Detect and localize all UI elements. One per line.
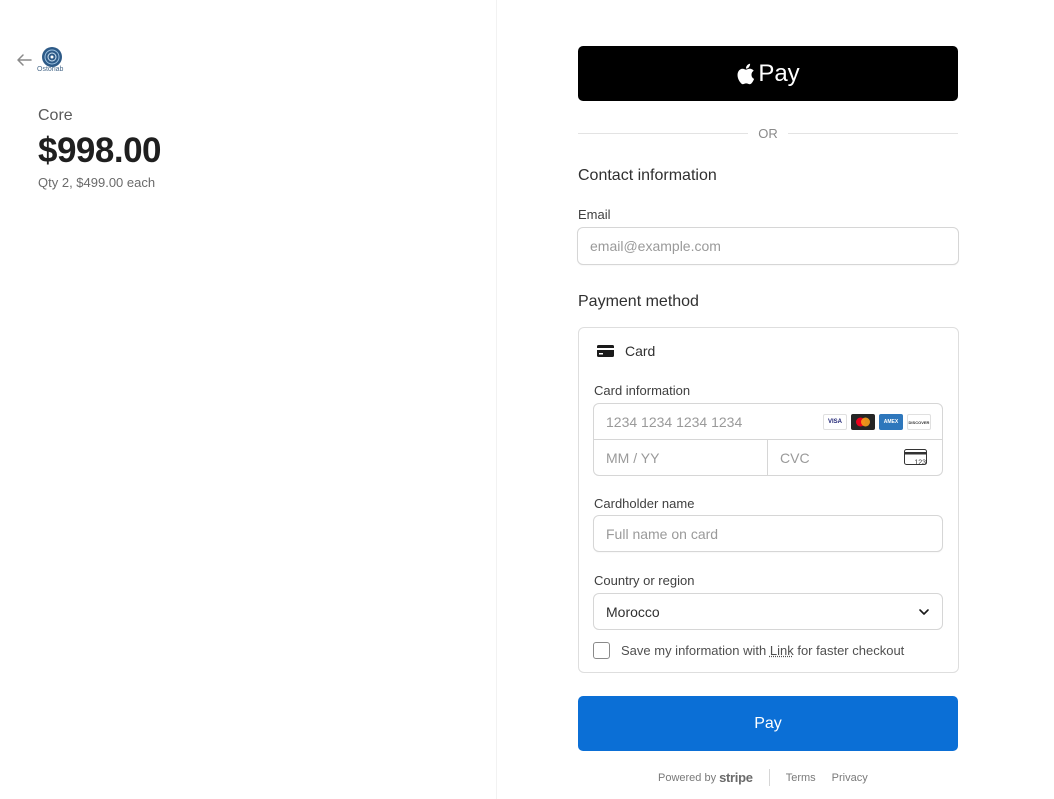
amex-icon: AMEX: [879, 414, 903, 430]
card-tab-label: Card: [625, 343, 656, 359]
link-service-link[interactable]: Link: [770, 643, 794, 658]
visa-icon: VISA: [823, 414, 847, 430]
email-label: Email: [578, 207, 611, 222]
save-info-prefix: Save my information with: [621, 643, 767, 658]
powered-by-text: Powered by: [658, 771, 717, 784]
card-information-label: Card information: [594, 383, 691, 398]
discover-icon: DISCOVER: [907, 414, 931, 430]
email-placeholder: email@example.com: [590, 238, 721, 254]
card-number-placeholder: 1234 1234 1234 1234: [606, 413, 743, 430]
cvc-placeholder: CVC: [780, 449, 810, 466]
save-info-text: Save my information with Link for faster…: [621, 643, 904, 658]
save-info-row: Save my information with Link for faster…: [593, 642, 904, 659]
credit-card-icon: [597, 345, 614, 357]
mastercard-icon: [851, 414, 875, 430]
expiry-placeholder: MM / YY: [606, 449, 660, 466]
stripe-logo[interactable]: stripe: [719, 770, 753, 785]
privacy-link[interactable]: Privacy: [832, 772, 868, 784]
cardholder-name-field[interactable]: Full name on card: [593, 515, 943, 552]
apple-pay-button[interactable]: Pay: [578, 46, 958, 101]
save-info-checkbox[interactable]: [593, 642, 610, 659]
quantity-text: Qty 2, $499.00 each: [38, 175, 156, 190]
email-field[interactable]: email@example.com: [577, 227, 959, 265]
separator-line-left: [578, 132, 749, 134]
contact-information-title: Contact information: [578, 167, 717, 184]
checkout-form-panel: Pay OR Contact information Email email@e…: [497, 0, 1054, 799]
country-select[interactable]: Morocco: [593, 593, 943, 630]
country-value: Morocco: [606, 603, 660, 620]
cvc-card-icon: 123: [904, 449, 927, 467]
card-information-group: 1234 1234 1234 1234 VISA AMEX DISCOVER M…: [593, 403, 943, 476]
or-separator: OR: [578, 124, 958, 142]
apple-logo-icon: [737, 63, 755, 84]
order-summary-panel: Ostorlab Core $998.00 Qty 2, $499.00 eac…: [0, 0, 497, 799]
card-payment-tab[interactable]: Card: [597, 343, 655, 359]
cvc-input[interactable]: CVC 123: [768, 440, 942, 475]
cardholder-placeholder: Full name on card: [606, 525, 719, 542]
apple-pay-label: Pay: [758, 59, 800, 87]
payment-method-title: Payment method: [578, 293, 699, 310]
cvc-icon-text: 123: [914, 460, 926, 467]
expiry-input[interactable]: MM / YY: [594, 440, 768, 475]
country-region-label: Country or region: [594, 573, 695, 588]
card-brands: VISA AMEX DISCOVER: [823, 414, 931, 430]
save-info-suffix: for faster checkout: [797, 643, 905, 658]
separator-line-right: [787, 132, 958, 134]
product-name: Core: [38, 107, 73, 124]
total-price: $998.00: [38, 131, 162, 170]
logo-text: Ostorlab: [37, 66, 64, 73]
chevron-down-icon: [919, 609, 929, 615]
cardholder-name-label: Cardholder name: [594, 496, 695, 511]
footer: Powered by stripe Terms Privacy: [658, 769, 868, 786]
back-arrow-icon[interactable]: [15, 52, 33, 68]
or-text: OR: [758, 125, 778, 141]
pay-button[interactable]: Pay: [578, 696, 958, 751]
footer-separator: [768, 769, 770, 786]
terms-link[interactable]: Terms: [786, 772, 816, 784]
